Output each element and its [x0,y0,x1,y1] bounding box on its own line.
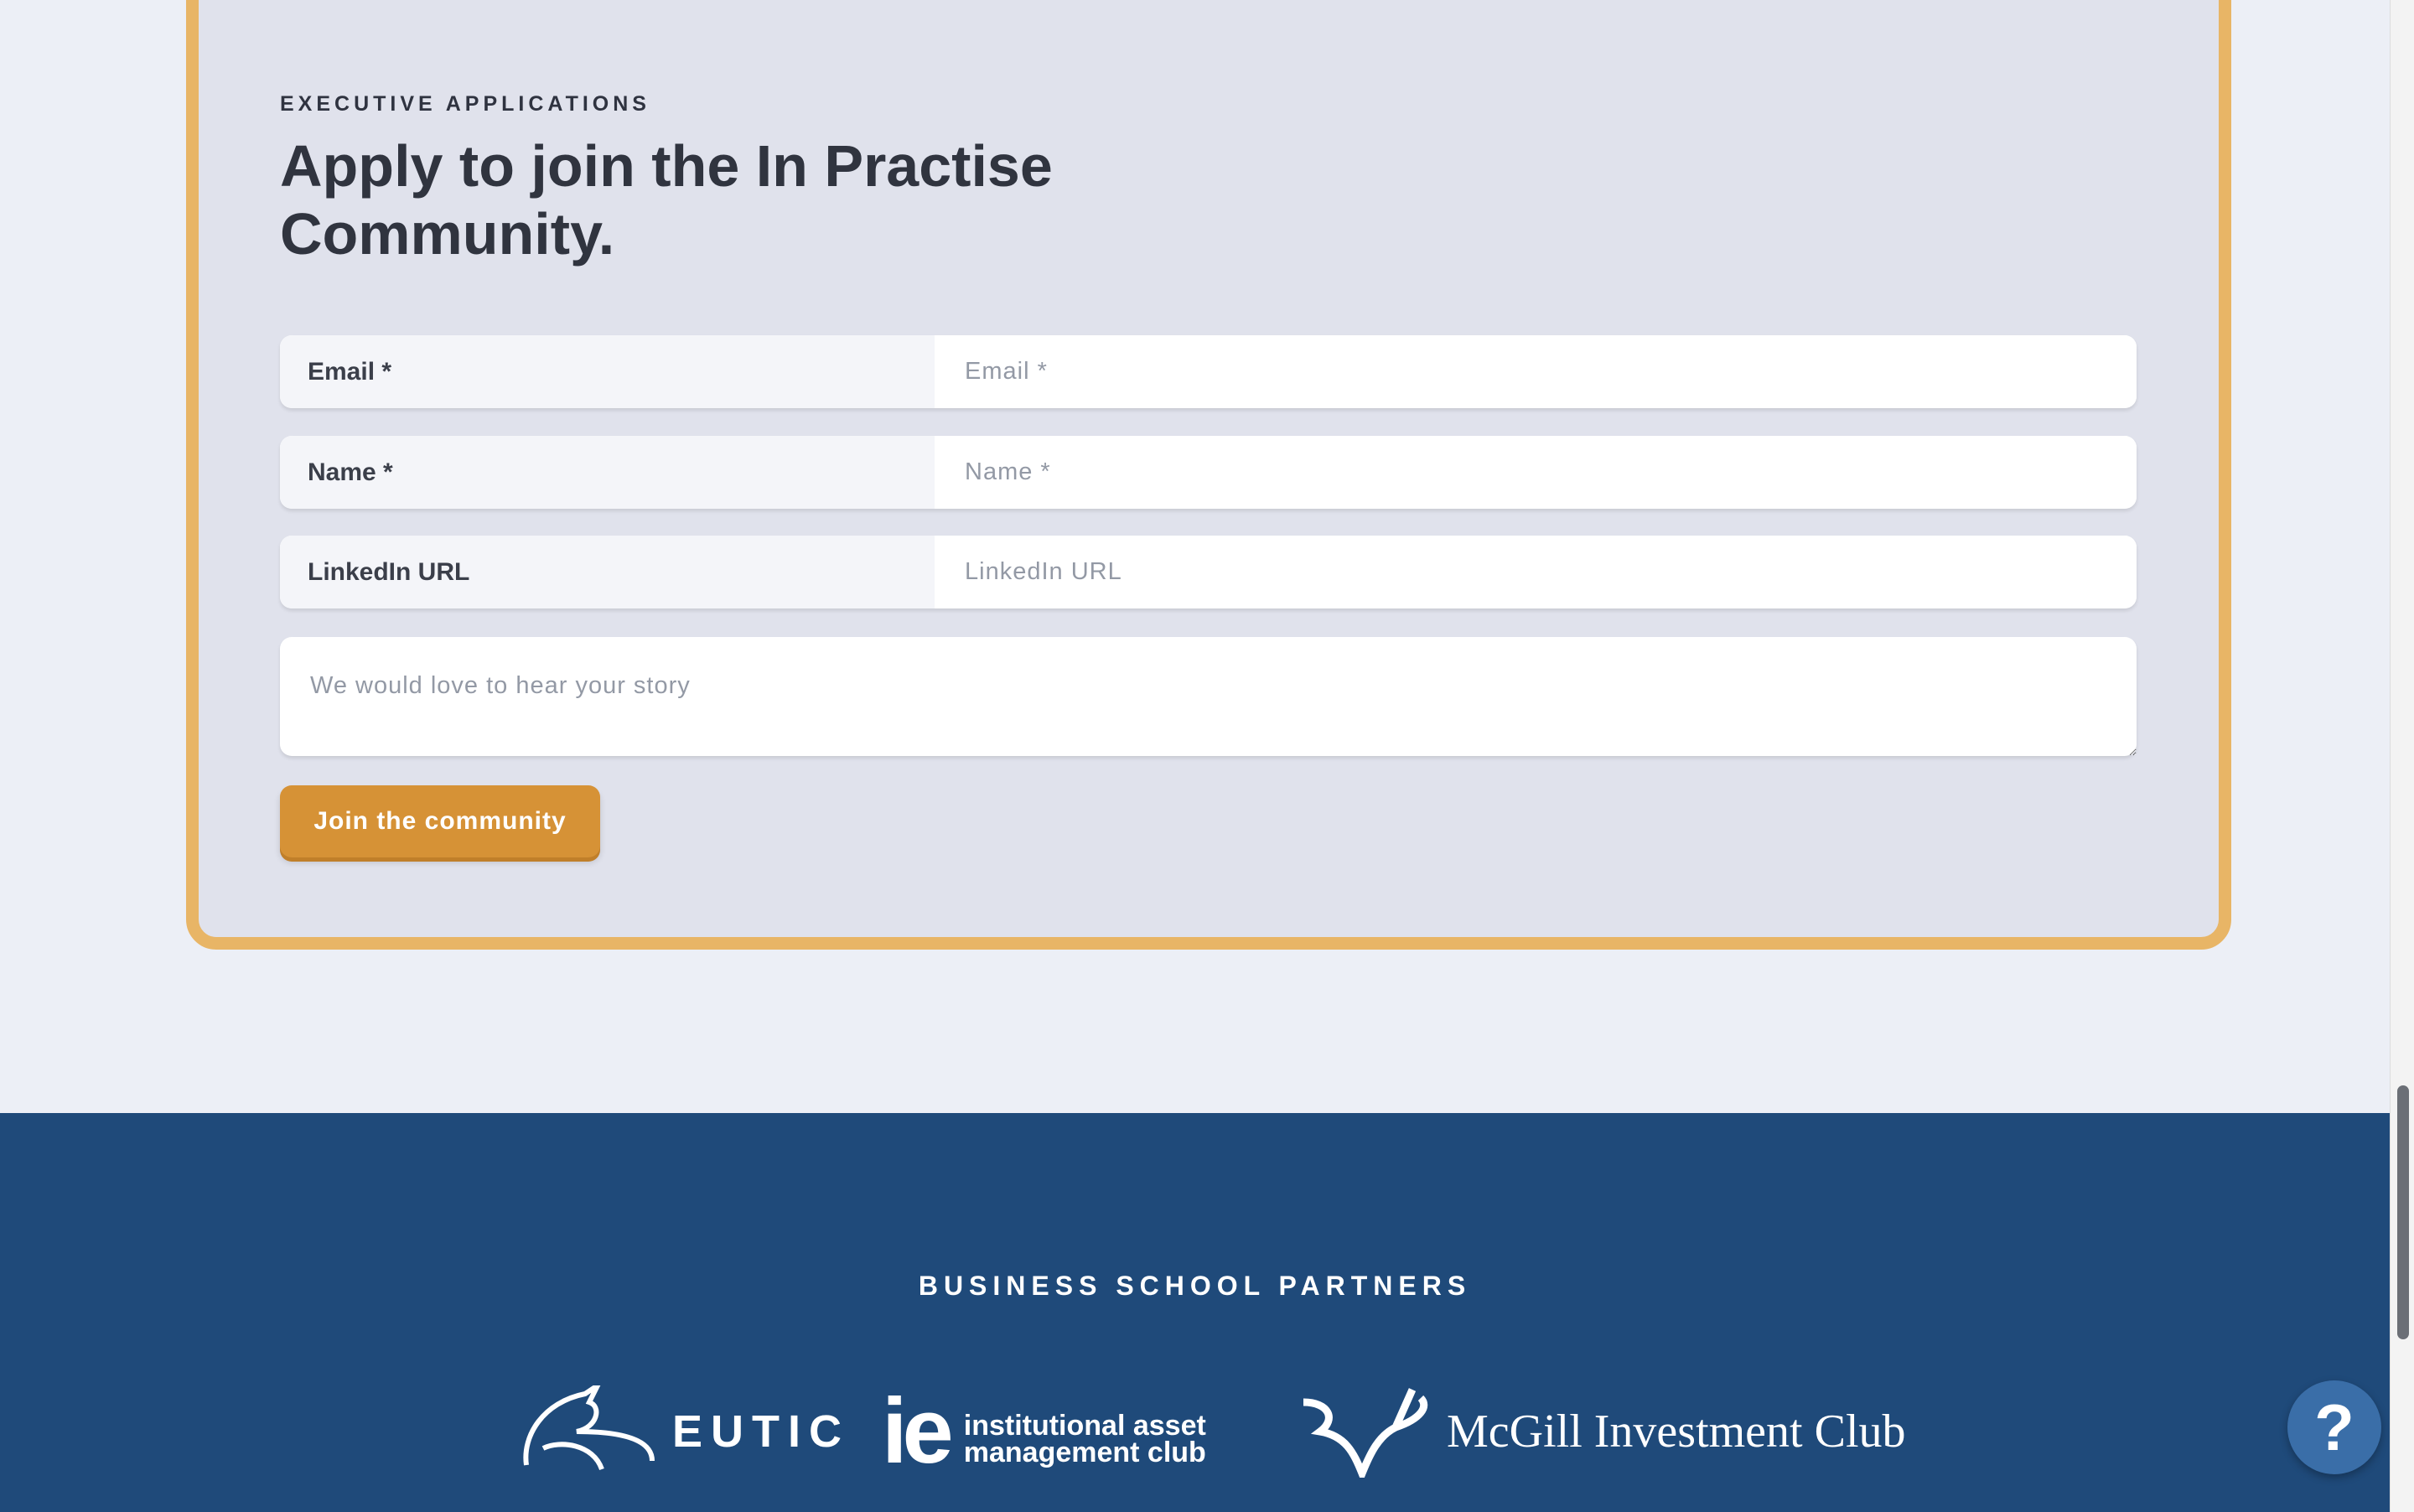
eutic-logo: EUTIC [518,1385,850,1478]
page-title: Apply to join the In Practise Community. [280,133,1053,267]
linkedin-row: LinkedIn URL [280,536,2137,608]
help-button[interactable]: ? [2287,1380,2381,1474]
name-input[interactable] [935,436,2137,509]
iamc-logo: ie institutional asset management club [882,1380,1206,1483]
scrollbar[interactable] [2390,0,2414,1512]
name-row: Name * [280,436,2137,509]
email-row: Email * [280,335,2137,408]
partners-title: BUSINESS SCHOOL PARTNERS [918,1271,1472,1301]
story-textarea[interactable] [280,637,2137,756]
email-label: Email * [280,335,935,408]
scrollbar-thumb[interactable] [2397,1085,2409,1339]
section-eyebrow: EXECUTIVE APPLICATIONS [280,92,650,116]
bull-icon [523,1385,655,1471]
bull-head-icon [1303,1388,1428,1478]
join-community-button[interactable]: Join the community [280,785,600,857]
linkedin-label: LinkedIn URL [280,536,935,608]
linkedin-input[interactable] [935,536,2137,608]
mcgill-logo: McGill Investment Club [1295,1385,1906,1478]
name-label: Name * [280,436,935,509]
footer: BUSINESS SCHOOL PARTNERS EUTIC ie instit… [0,1113,2390,1512]
email-input[interactable] [935,335,2137,408]
